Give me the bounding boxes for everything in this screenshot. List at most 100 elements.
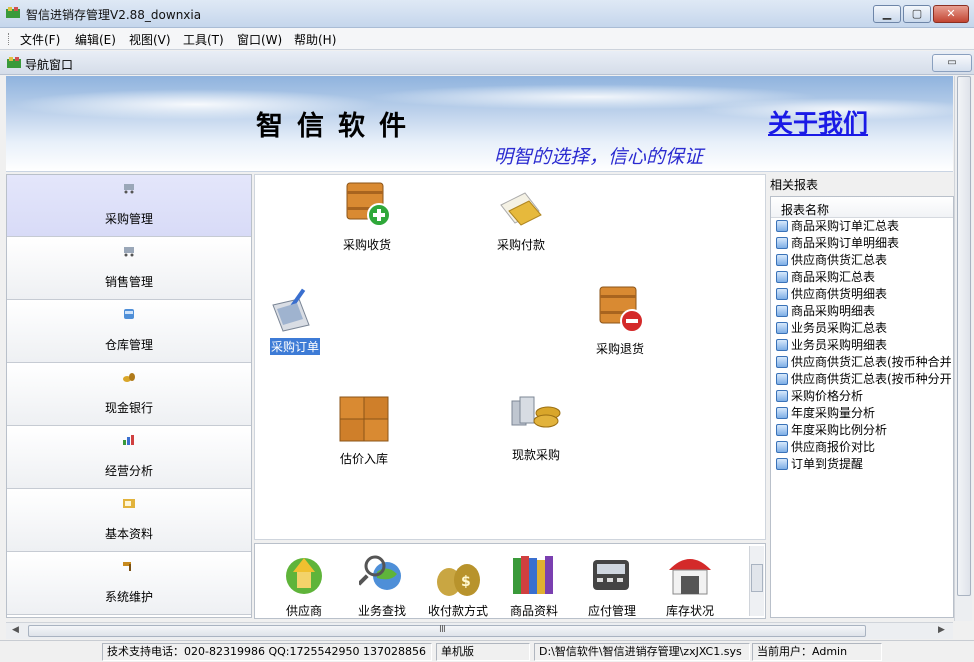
report-item[interactable]: 供应商报价对比 — [771, 439, 953, 456]
report-icon — [776, 424, 788, 436]
report-item[interactable]: 商品采购订单汇总表 — [771, 218, 953, 235]
box-icon — [124, 309, 134, 319]
scroll-left-icon[interactable]: ◀ — [12, 625, 19, 635]
report-item[interactable]: 订单到货提醒 — [771, 456, 953, 473]
nav-label: 仓库管理 — [104, 338, 153, 352]
nav-label: 现金银行 — [104, 401, 153, 415]
tile-label: 估价入库 — [339, 452, 388, 466]
report-item[interactable]: 商品采购明细表 — [771, 303, 953, 320]
report-icon — [776, 322, 788, 334]
nav-system-maintenance[interactable]: 系统维护 — [7, 553, 251, 615]
quick-access-strip: 供应商 业务查找 $ 收付款方式 商品资料 应付管理 库存状况 — [254, 543, 766, 619]
main-vertical-scrollbar[interactable] — [954, 76, 972, 621]
warehouse-icon — [669, 559, 711, 595]
menu-help[interactable]: 帮助(H) — [292, 31, 338, 48]
menu-tools[interactable]: 工具(T) — [181, 31, 226, 48]
report-item[interactable]: 供应商供货汇总表(按币种分开 — [771, 371, 953, 388]
chart-icon — [123, 435, 134, 445]
strip-inventory-status[interactable]: 库存状况 — [655, 550, 725, 618]
report-icon — [776, 220, 788, 232]
menu-view[interactable]: 视图(V) — [127, 31, 173, 48]
report-item[interactable]: 商品采购汇总表 — [771, 269, 953, 286]
report-icon — [776, 390, 788, 402]
report-item[interactable]: 供应商供货汇总表(按币种合并 — [771, 354, 953, 371]
folder-icon — [123, 499, 135, 508]
report-item[interactable]: 采购价格分析 — [771, 388, 953, 405]
minimize-button[interactable]: ▁ — [873, 5, 901, 23]
slogan: 明智的选择，信心的保证 — [494, 146, 704, 168]
report-icon — [776, 237, 788, 249]
reports-column-header[interactable]: 报表名称 — [771, 197, 953, 218]
child-window-header: 导航窗口 ▭ — [0, 51, 974, 75]
tile-purchase-receive[interactable]: 采购收货 — [337, 177, 397, 253]
strip-payables[interactable]: 应付管理 — [577, 550, 647, 618]
svg-text:$: $ — [461, 574, 471, 590]
cart-icon — [124, 184, 134, 194]
strip-label: 库存状况 — [665, 604, 714, 618]
about-us-link[interactable]: 关于我们 — [768, 104, 868, 140]
child-restore-button[interactable]: ▭ — [932, 54, 972, 72]
nav-warehouse[interactable]: 仓库管理 — [7, 301, 251, 363]
tile-label: 采购收货 — [342, 238, 391, 252]
menu-window[interactable]: 窗口(W) — [235, 31, 284, 48]
menu-edit[interactable]: 编辑(E) — [73, 31, 118, 48]
report-item[interactable]: 商品采购订单明细表 — [771, 235, 953, 252]
nav-analysis[interactable]: 经营分析 — [7, 427, 251, 489]
nav-basic-data[interactable]: 基本资料 — [7, 490, 251, 552]
strip-label: 应付管理 — [587, 604, 636, 618]
strip-scrollbar[interactable] — [749, 546, 764, 616]
scroll-right-icon[interactable]: ▶ — [938, 625, 945, 635]
tile-cash-purchase[interactable]: 现款采购 — [505, 393, 567, 463]
title-bar: 智信进销存管理V2.88_downxia ▁ ▢ ✕ — [0, 0, 974, 28]
report-item[interactable]: 年度采购比例分析 — [771, 422, 953, 439]
tile-estimate-stock-in[interactable]: 估价入库 — [333, 393, 395, 467]
tile-purchase-return[interactable]: 采购退货 — [587, 281, 653, 357]
scroll-thumb[interactable] — [751, 564, 763, 592]
report-item[interactable]: 供应商供货汇总表 — [771, 252, 953, 269]
register-icon — [593, 560, 629, 590]
report-item[interactable]: 业务员采购明细表 — [771, 337, 953, 354]
nav-purchase[interactable]: 采购管理 — [7, 175, 251, 237]
tile-purchase-payment[interactable]: 采购付款 — [491, 185, 551, 253]
tile-label: 现款采购 — [511, 448, 560, 462]
nav-cash-bank[interactable]: 现金银行 — [7, 364, 251, 426]
scroll-thumb[interactable] — [957, 76, 971, 596]
coins-hand-icon — [511, 396, 561, 428]
strip-payment-methods[interactable]: $ 收付款方式 — [423, 550, 493, 618]
menu-bar: 文件(F) 编辑(E) 视图(V) 工具(T) 窗口(W) 帮助(H) — [0, 28, 974, 50]
reports-title: 相关报表 — [770, 178, 819, 192]
strip-product-data[interactable]: 商品资料 — [499, 550, 569, 618]
nav-label: 经营分析 — [104, 464, 153, 478]
money-icon — [123, 373, 135, 382]
money-bag-icon: $ — [437, 564, 480, 596]
tile-purchase-order[interactable]: 采购订单 — [263, 285, 327, 355]
report-item[interactable]: 业务员采购汇总表 — [771, 320, 953, 337]
strip-business-search[interactable]: 业务查找 — [347, 550, 417, 618]
report-icon — [776, 254, 788, 266]
strip-label: 收付款方式 — [427, 604, 488, 618]
banner: 智信软件 关于我们 明智的选择，信心的保证 — [6, 76, 953, 172]
thumb-grip: Ⅲ — [439, 624, 446, 635]
scroll-thumb[interactable]: Ⅲ — [28, 624, 866, 637]
horizontal-scrollbar[interactable]: ◀ Ⅲ ▶ — [6, 622, 953, 639]
report-icon — [776, 441, 788, 453]
tile-label-selected: 采购订单 — [269, 338, 320, 355]
nav-sales[interactable]: 销售管理 — [7, 238, 251, 300]
status-bar: 技术支持电话：020-82319986 QQ:1725542950 137028… — [0, 640, 974, 662]
report-icon — [776, 373, 788, 385]
report-icon — [776, 305, 788, 317]
nav-label: 基本资料 — [104, 527, 153, 541]
close-button[interactable]: ✕ — [933, 5, 969, 23]
strip-supplier[interactable]: 供应商 — [269, 550, 339, 618]
report-item[interactable]: 供应商供货明细表 — [771, 286, 953, 303]
module-navigation: 采购管理 销售管理 仓库管理 现金银行 经营分析 基本资料 系统维护 — [6, 174, 252, 618]
report-item[interactable]: 年度采购量分析 — [771, 405, 953, 422]
report-icon — [776, 339, 788, 351]
maximize-button[interactable]: ▢ — [903, 5, 931, 23]
menu-file[interactable]: 文件(F) — [18, 31, 62, 48]
status-current-user: 当前用户：Admin — [752, 643, 882, 661]
status-support-phone: 技术支持电话：020-82319986 QQ:1725542950 137028… — [102, 643, 432, 661]
order-pen-icon — [272, 288, 310, 332]
hammer-icon — [123, 562, 131, 571]
app-icon — [6, 7, 20, 18]
